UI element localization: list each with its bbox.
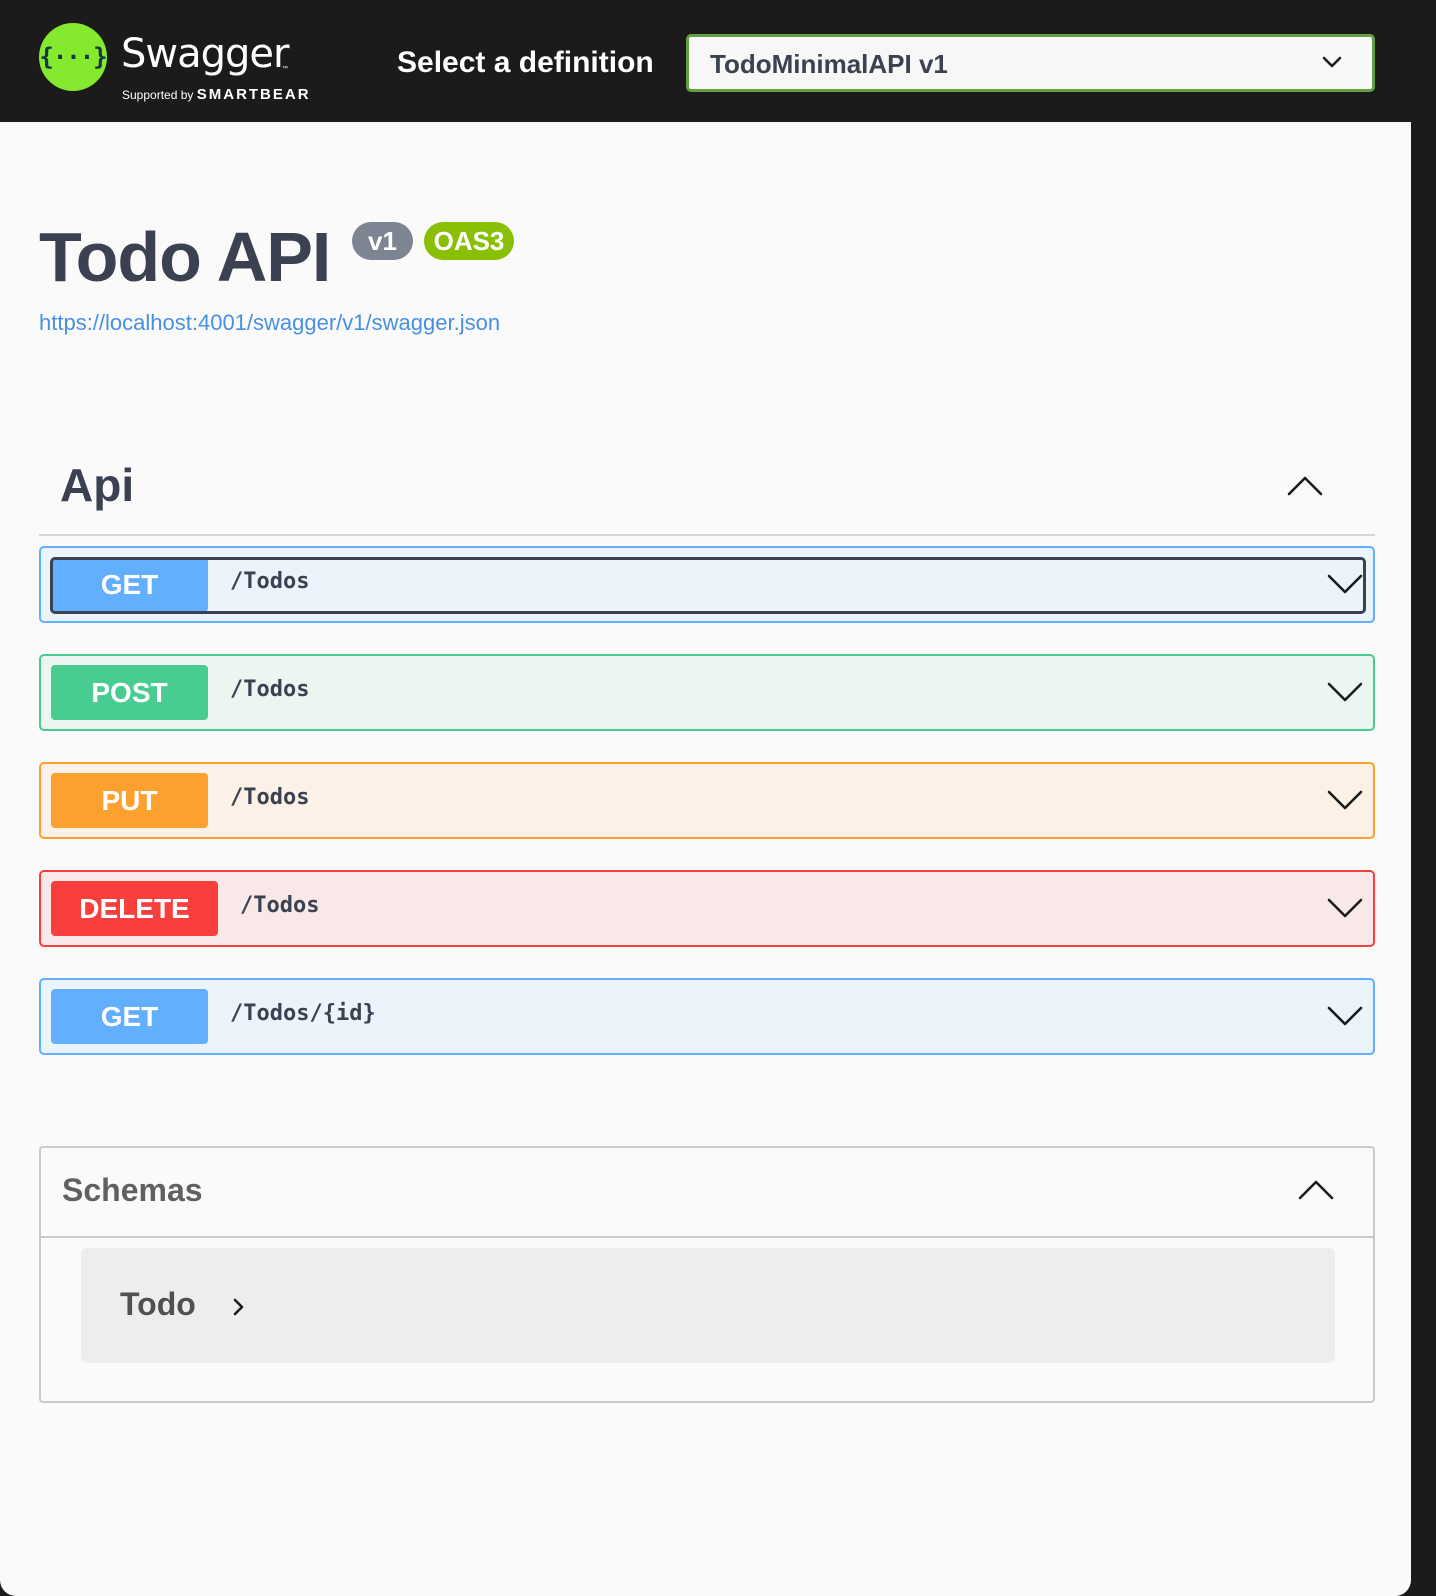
chevron-down-icon (1322, 56, 1342, 68)
method-badge: POST (51, 665, 208, 720)
operation-put-todos[interactable]: PUT /Todos (39, 762, 1375, 839)
schemas-section: Schemas Todo (39, 1146, 1375, 1403)
select-definition-label: Select a definition (397, 46, 654, 79)
chevron-up-icon[interactable] (1298, 1178, 1334, 1200)
operation-path: /Todos (230, 569, 310, 594)
definition-select[interactable]: TodoMinimalAPI v1 (686, 34, 1375, 92)
api-tag-title[interactable]: Api (60, 462, 134, 508)
schemas-title[interactable]: Schemas (62, 1174, 203, 1206)
chevron-right-icon[interactable] (233, 1298, 245, 1316)
chevron-down-icon[interactable] (1327, 1005, 1363, 1027)
chevron-down-icon[interactable] (1327, 573, 1363, 595)
schemas-divider (41, 1236, 1373, 1238)
topbar: {···} Swagger ™ Supported by SMARTBEAR S… (0, 4, 1411, 122)
model-todo[interactable]: Todo (81, 1248, 1335, 1363)
version-badge: v1 (352, 222, 413, 260)
operation-delete-todos[interactable]: DELETE /Todos (39, 870, 1375, 947)
smartbear-brand: SMARTBEAR (196, 86, 311, 103)
method-badge: DELETE (51, 881, 218, 936)
swagger-logo-icon[interactable]: {···} (39, 23, 108, 91)
chevron-down-icon[interactable] (1327, 681, 1363, 703)
definition-select-value: TodoMinimalAPI v1 (710, 49, 948, 79)
operation-path: /Todos (230, 677, 310, 702)
method-badge: GET (51, 989, 208, 1044)
operation-post-todos[interactable]: POST /Todos (39, 654, 1375, 731)
section-divider (39, 534, 1375, 536)
operation-path: /Todos (230, 785, 310, 810)
operation-get-todo-by-id[interactable]: GET /Todos/{id} (39, 978, 1375, 1055)
model-name: Todo (120, 1286, 196, 1322)
method-badge: GET (51, 557, 208, 612)
supported-by-smartbear: Supported by SMARTBEAR (122, 87, 311, 102)
trademark-mark: ™ (282, 66, 288, 72)
method-badge: PUT (51, 773, 208, 828)
spec-url-link[interactable]: https://localhost:4001/swagger/v1/swagge… (39, 312, 500, 334)
operation-path: /Todos/{id} (230, 1001, 376, 1026)
swagger-page: {···} Swagger ™ Supported by SMARTBEAR S… (0, 4, 1411, 1596)
oas-badge: OAS3 (424, 222, 514, 260)
supported-by-label: Supported by (122, 88, 194, 102)
chevron-down-icon[interactable] (1327, 789, 1363, 811)
operation-get-todos[interactable]: GET /Todos (39, 546, 1375, 623)
api-title: Todo API (39, 218, 331, 296)
chevron-up-icon[interactable] (1287, 474, 1323, 496)
operation-path: /Todos (240, 893, 320, 918)
swagger-logo-text[interactable]: Swagger (121, 34, 289, 74)
chevron-down-icon[interactable] (1327, 897, 1363, 919)
